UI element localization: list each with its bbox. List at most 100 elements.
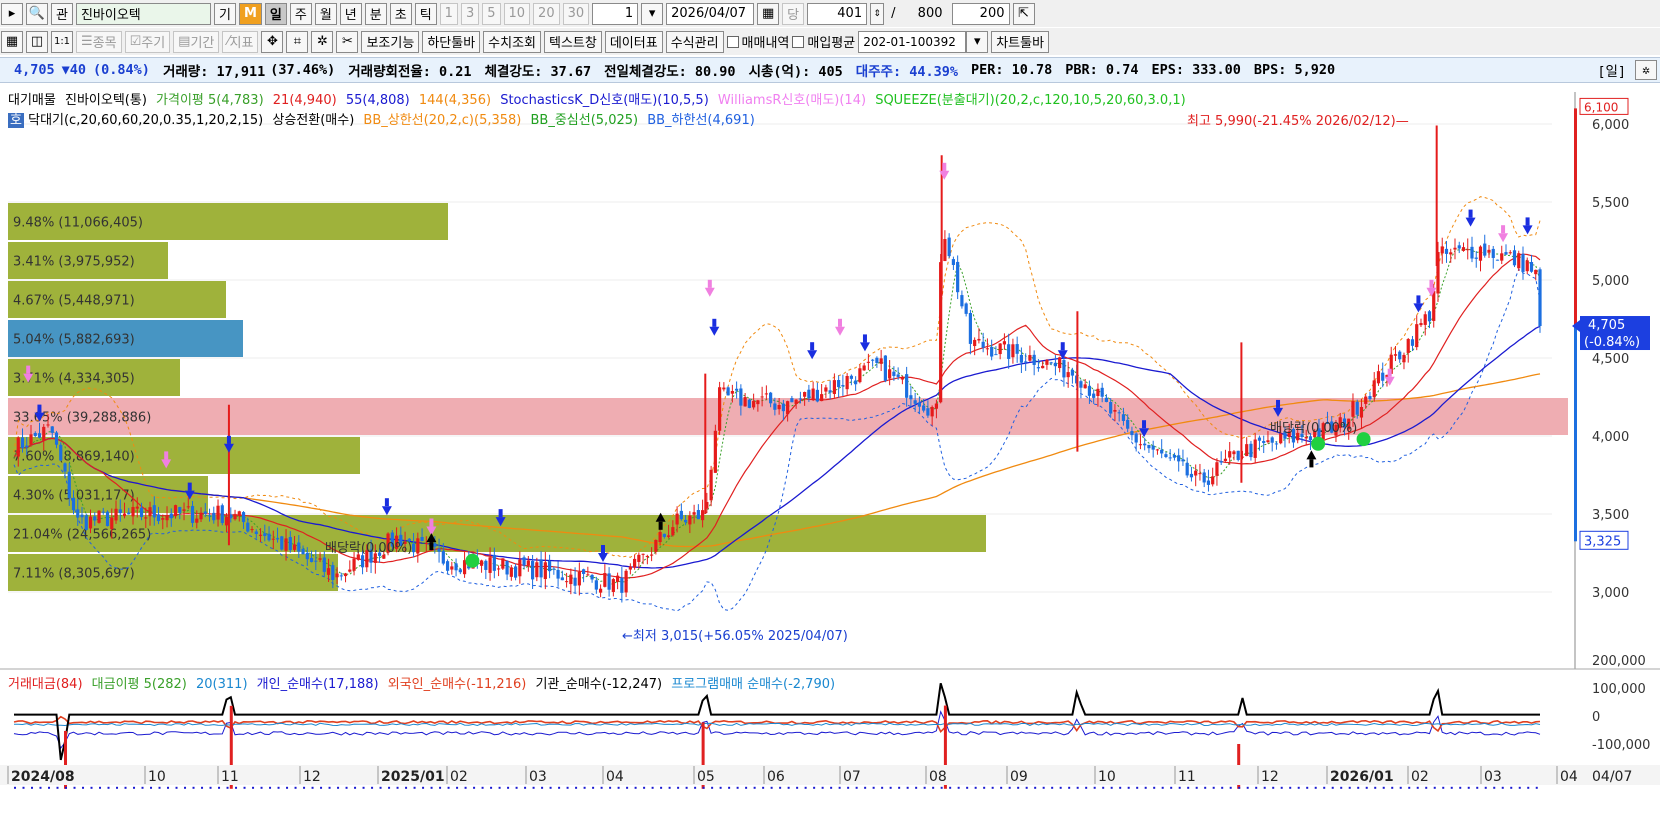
jugi-button[interactable]: ☑ 주기 bbox=[124, 30, 171, 53]
price-tick-label: 4,000 bbox=[1592, 430, 1629, 445]
price-tick-label: 3,000 bbox=[1592, 586, 1629, 601]
layout-icon[interactable]: ◫ bbox=[26, 30, 48, 53]
candle-body bbox=[1215, 462, 1219, 476]
interval-30[interactable]: 30 bbox=[562, 2, 590, 25]
hadan-toolbar-button[interactable]: 하단툴바 bbox=[422, 30, 481, 53]
sell-signal-marker bbox=[810, 342, 815, 351]
interval-20[interactable]: 20 bbox=[533, 2, 560, 25]
candle-body bbox=[951, 259, 956, 265]
trade-history-checkbox[interactable]: 매매내역 bbox=[726, 32, 789, 51]
candle-body bbox=[479, 560, 484, 566]
period-tab-day[interactable]: 일 bbox=[264, 2, 287, 25]
formula-button[interactable]: 수식관리 bbox=[665, 30, 724, 53]
period-tab-month[interactable]: 월 bbox=[314, 2, 337, 25]
period-tab-tick[interactable]: 틱 bbox=[414, 2, 437, 25]
candle-body bbox=[1355, 401, 1359, 415]
sell-signal-marker bbox=[1525, 217, 1530, 226]
candle-body bbox=[543, 562, 547, 580]
candle-body bbox=[845, 375, 849, 390]
suchi-button[interactable]: 수치조회 bbox=[483, 30, 541, 53]
trade-value-tick bbox=[1102, 786, 1105, 789]
period-tab-minute[interactable]: 분 bbox=[364, 2, 387, 25]
candle-body bbox=[990, 346, 994, 357]
interval-1[interactable]: 1 bbox=[439, 2, 458, 25]
interval-10[interactable]: 10 bbox=[503, 2, 531, 25]
account-dropdown-icon[interactable]: ▾ bbox=[966, 30, 989, 53]
legend-item: 거래대금(84) bbox=[8, 677, 83, 692]
candle-body bbox=[1364, 396, 1368, 404]
buy-average-checkbox[interactable]: 매입평균 bbox=[792, 32, 855, 51]
text-window-button[interactable]: 텍스트창 bbox=[544, 30, 602, 53]
date-tick-label: 04 bbox=[606, 769, 624, 785]
account-select[interactable]: 202-01-100392 bbox=[858, 30, 967, 53]
gi-button[interactable]: 기 bbox=[213, 2, 236, 25]
count-spin-icon[interactable]: ⇕ bbox=[870, 2, 885, 25]
interval-3[interactable]: 3 bbox=[460, 2, 480, 25]
view-count-field[interactable]: 200 bbox=[951, 2, 1010, 25]
trade-value-tick bbox=[362, 786, 365, 789]
candle-body bbox=[37, 433, 42, 438]
candle-body bbox=[305, 552, 309, 560]
jipyo-button[interactable]: ⁄ 지표 bbox=[222, 30, 259, 53]
trade-value-tick bbox=[413, 786, 416, 789]
sell-signal-marker bbox=[1416, 295, 1421, 304]
jongmok-button[interactable]: ☰ 종목 bbox=[76, 30, 122, 53]
trade-value-tick bbox=[1510, 786, 1513, 789]
trade-value-tick bbox=[711, 786, 714, 789]
trade-value-tick bbox=[1425, 786, 1428, 789]
candle-body bbox=[50, 426, 54, 433]
stock-name-field[interactable]: 진바이오텍 bbox=[75, 2, 211, 25]
trade-value-tick bbox=[1314, 786, 1317, 789]
trade-value-tick bbox=[150, 786, 153, 789]
data-table-button[interactable]: 데이터표 bbox=[604, 30, 663, 53]
trade-value-tick bbox=[821, 786, 824, 789]
trade-value-tick bbox=[430, 786, 433, 789]
candle-body bbox=[1053, 362, 1058, 367]
trade-value-tick bbox=[1212, 786, 1215, 789]
candle-body bbox=[1457, 245, 1461, 249]
candle-body bbox=[747, 399, 751, 408]
period-tab-week[interactable]: 주 bbox=[289, 2, 312, 25]
trade-value-tick bbox=[1408, 786, 1411, 789]
crosshair-icon[interactable]: ⌗ bbox=[286, 30, 309, 53]
chart-toolbar-button[interactable]: 차트툴바 bbox=[991, 30, 1050, 53]
period-tab-year[interactable]: 년 bbox=[339, 2, 362, 25]
stock-chart[interactable]: 9.48% (11,066,405) 3.41% (3,975,952) 4.67%… bbox=[0, 84, 1660, 834]
trade-value-tick bbox=[1059, 786, 1062, 789]
trade-value-tick bbox=[158, 786, 161, 789]
interval-input[interactable]: 1 bbox=[592, 2, 639, 25]
candle-body bbox=[1410, 339, 1415, 346]
interval-dropdown-icon[interactable]: ▾ bbox=[641, 2, 664, 25]
grid-icon[interactable]: ▦ bbox=[1, 30, 23, 53]
expand-toggle-icon[interactable]: ▸ bbox=[1, 2, 23, 25]
gigan-button[interactable]: ▤ 기간 bbox=[173, 30, 220, 53]
dang-button[interactable]: 당 bbox=[782, 2, 805, 25]
m-button[interactable]: M bbox=[238, 2, 262, 25]
interval-5[interactable]: 5 bbox=[482, 2, 501, 25]
candle-body bbox=[909, 395, 913, 400]
price-range-bar-up bbox=[1574, 108, 1577, 327]
count-field[interactable]: 401 bbox=[807, 2, 868, 25]
one-to-one-icon[interactable]: 1:1 bbox=[51, 30, 73, 53]
period-tab-second[interactable]: 초 bbox=[389, 2, 412, 25]
settings-gear-icon[interactable]: ✲ bbox=[1635, 60, 1657, 80]
trade-value-tick bbox=[498, 786, 501, 789]
candle-body bbox=[1232, 451, 1236, 455]
kwan-button[interactable]: 관 bbox=[51, 2, 73, 25]
legend-item: 외국인_순매수(-11,216) bbox=[387, 677, 527, 692]
magnifier-icon[interactable]: 🔍 bbox=[26, 2, 48, 25]
date-field[interactable]: 2026/04/07 bbox=[666, 2, 755, 25]
gear-icon[interactable]: ✲ bbox=[311, 30, 334, 53]
williams-signal-marker bbox=[942, 162, 947, 171]
candle-body bbox=[1104, 397, 1109, 402]
candle-body bbox=[454, 563, 458, 571]
export-icon[interactable]: ⇱ bbox=[1012, 2, 1035, 25]
scissors-icon[interactable]: ✂ bbox=[336, 30, 359, 53]
toolbar-second: ▦ ◫ 1:1 ☰ 종목 ☑ 주기 ▤ 기간 ⁄ 지표 ✥ ⌗ ✲ ✂ 보조기능 하단툴… bbox=[0, 28, 1660, 55]
candle-body bbox=[54, 432, 59, 445]
candle-body bbox=[292, 544, 297, 550]
move-icon[interactable]: ✥ bbox=[261, 30, 284, 53]
candle-body bbox=[1393, 354, 1398, 356]
calendar-icon[interactable]: ▦ bbox=[757, 2, 780, 25]
bojo-button[interactable]: 보조기능 bbox=[361, 30, 420, 53]
